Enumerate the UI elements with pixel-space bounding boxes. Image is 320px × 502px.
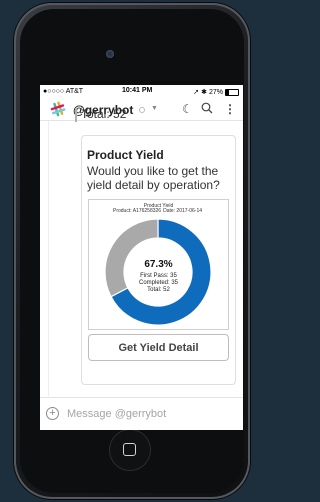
chart-first-pass-label: First Pass: 35 xyxy=(140,273,177,279)
conversation-header: @gerrybot ▼ ☾ ⋮ xyxy=(40,99,243,121)
chart-date-label: Date: 2017-06-14 xyxy=(163,208,203,214)
status-bar: ●○○○○ AT&T 10:41 PM ➚ ✱ 27% xyxy=(40,85,243,99)
battery-icon xyxy=(225,88,239,96)
home-button[interactable] xyxy=(109,429,151,471)
bluetooth-icon: ✱ xyxy=(201,89,207,96)
do-not-disturb-icon[interactable]: ☾ xyxy=(182,102,193,116)
chart-product-label: Product: A176258326 xyxy=(112,208,162,214)
slack-logo-icon[interactable] xyxy=(50,101,66,117)
donut-chart xyxy=(104,218,212,326)
search-icon[interactable] xyxy=(201,102,213,117)
clock: 10:41 PM xyxy=(122,87,153,94)
get-yield-detail-button[interactable]: Get Yield Detail xyxy=(88,334,229,361)
presence-indicator-icon xyxy=(139,107,145,113)
card-question: Would you like to get the yield detail b… xyxy=(87,164,220,192)
status-right: ➚ ✱ 27% xyxy=(193,88,239,96)
carrier-label: ●○○○○ AT&T xyxy=(43,88,84,95)
chevron-down-icon[interactable]: ▼ xyxy=(151,105,158,112)
front-camera xyxy=(106,50,114,58)
message-input[interactable] xyxy=(67,404,237,424)
card-title: Product Yield xyxy=(87,148,164,162)
chart-total-label: Total: 52 xyxy=(147,287,170,293)
more-options-icon[interactable]: ⋮ xyxy=(224,102,236,116)
chart-subtitle: Product: A176258326 Date: 2017-06-14 xyxy=(89,208,228,214)
attachment-bar xyxy=(75,108,77,122)
add-attachment-icon[interactable]: + xyxy=(46,407,59,420)
message-gutter xyxy=(40,121,49,396)
home-square-icon xyxy=(123,443,136,456)
battery-percent: 27% xyxy=(208,88,223,96)
app-screen: ●○○○○ AT&T 10:41 PM ➚ ✱ 27% @gerrybot ▼ … xyxy=(40,85,243,430)
location-icon: ➚ xyxy=(193,89,200,96)
previous-message-text: Total: 52 xyxy=(81,107,127,121)
product-yield-card: Product Yield Would you like to get the … xyxy=(81,135,236,385)
message-composer: + xyxy=(40,397,243,430)
yield-chart: Product Yield Product: A176258326 Date: 2… xyxy=(88,199,229,330)
chart-completed-label: Completed: 35 xyxy=(138,280,179,286)
chart-center-value: 67.3% xyxy=(144,259,173,270)
